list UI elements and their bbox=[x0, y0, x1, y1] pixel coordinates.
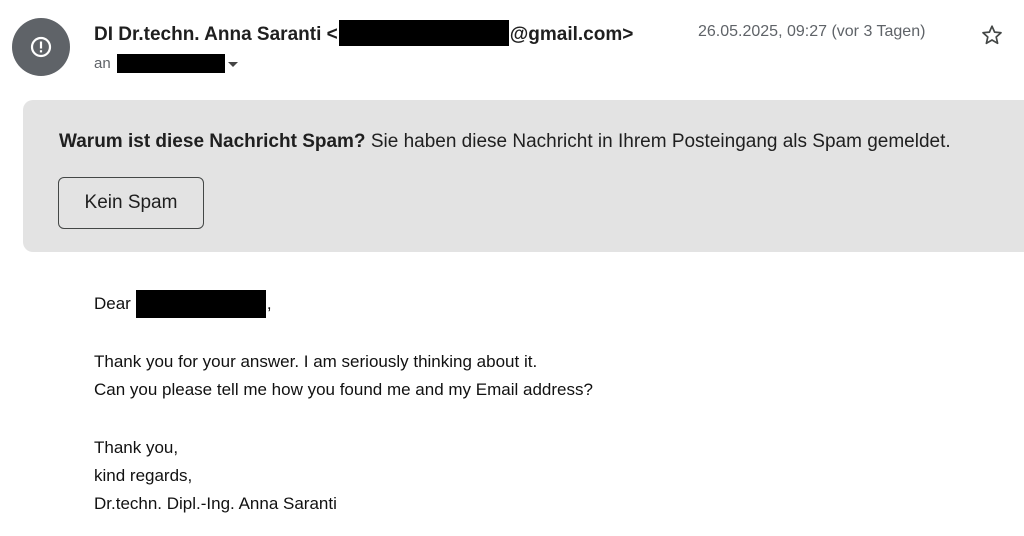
star-icon[interactable] bbox=[980, 23, 1004, 47]
sender-name[interactable]: DI Dr.techn. Anna Saranti < bbox=[94, 24, 338, 45]
sender-email-suffix[interactable]: @gmail.com> bbox=[510, 24, 634, 45]
body-line-2: Can you please tell me how you found me … bbox=[94, 380, 593, 399]
alert-circle-icon bbox=[30, 36, 52, 58]
spam-reason: Sie haben diese Nachricht in Ihrem Poste… bbox=[365, 131, 951, 152]
redaction-box bbox=[338, 20, 509, 46]
greeting-word: Dear bbox=[94, 294, 131, 313]
recipient-line[interactable]: an bbox=[94, 54, 238, 73]
redaction-box bbox=[116, 54, 225, 73]
greeting-punct: , bbox=[266, 294, 272, 313]
closing-line-2: kind regards, bbox=[94, 466, 193, 485]
greeting-line: Dear, bbox=[94, 290, 593, 318]
signature: Dr.techn. Dipl.-Ing. Anna Saranti bbox=[94, 494, 337, 513]
message-date[interactable]: 26.05.2025, 09:27 (vor 3 Tagen) bbox=[698, 23, 925, 41]
spam-explanation: Warum ist diese Nachricht Spam? Sie habe… bbox=[59, 131, 951, 153]
to-label: an bbox=[94, 55, 111, 72]
redaction-box bbox=[135, 290, 266, 318]
spam-question: Warum ist diese Nachricht Spam? bbox=[59, 131, 366, 152]
email-view: DI Dr.techn. Anna Saranti < @gmail.com> 2… bbox=[0, 0, 1024, 536]
not-spam-button[interactable]: Kein Spam bbox=[58, 177, 204, 229]
closing-line-1: Thank you, bbox=[94, 438, 179, 457]
body-line-1: Thank you for your answer. I am seriousl… bbox=[94, 352, 538, 371]
sender-avatar[interactable] bbox=[12, 18, 70, 76]
message-body: Dear, Thank you for your answer. I am se… bbox=[94, 290, 593, 518]
sender-line: DI Dr.techn. Anna Saranti < @gmail.com> bbox=[94, 20, 633, 46]
chevron-down-icon[interactable] bbox=[227, 61, 238, 67]
spam-banner: Warum ist diese Nachricht Spam? Sie habe… bbox=[23, 100, 1024, 252]
